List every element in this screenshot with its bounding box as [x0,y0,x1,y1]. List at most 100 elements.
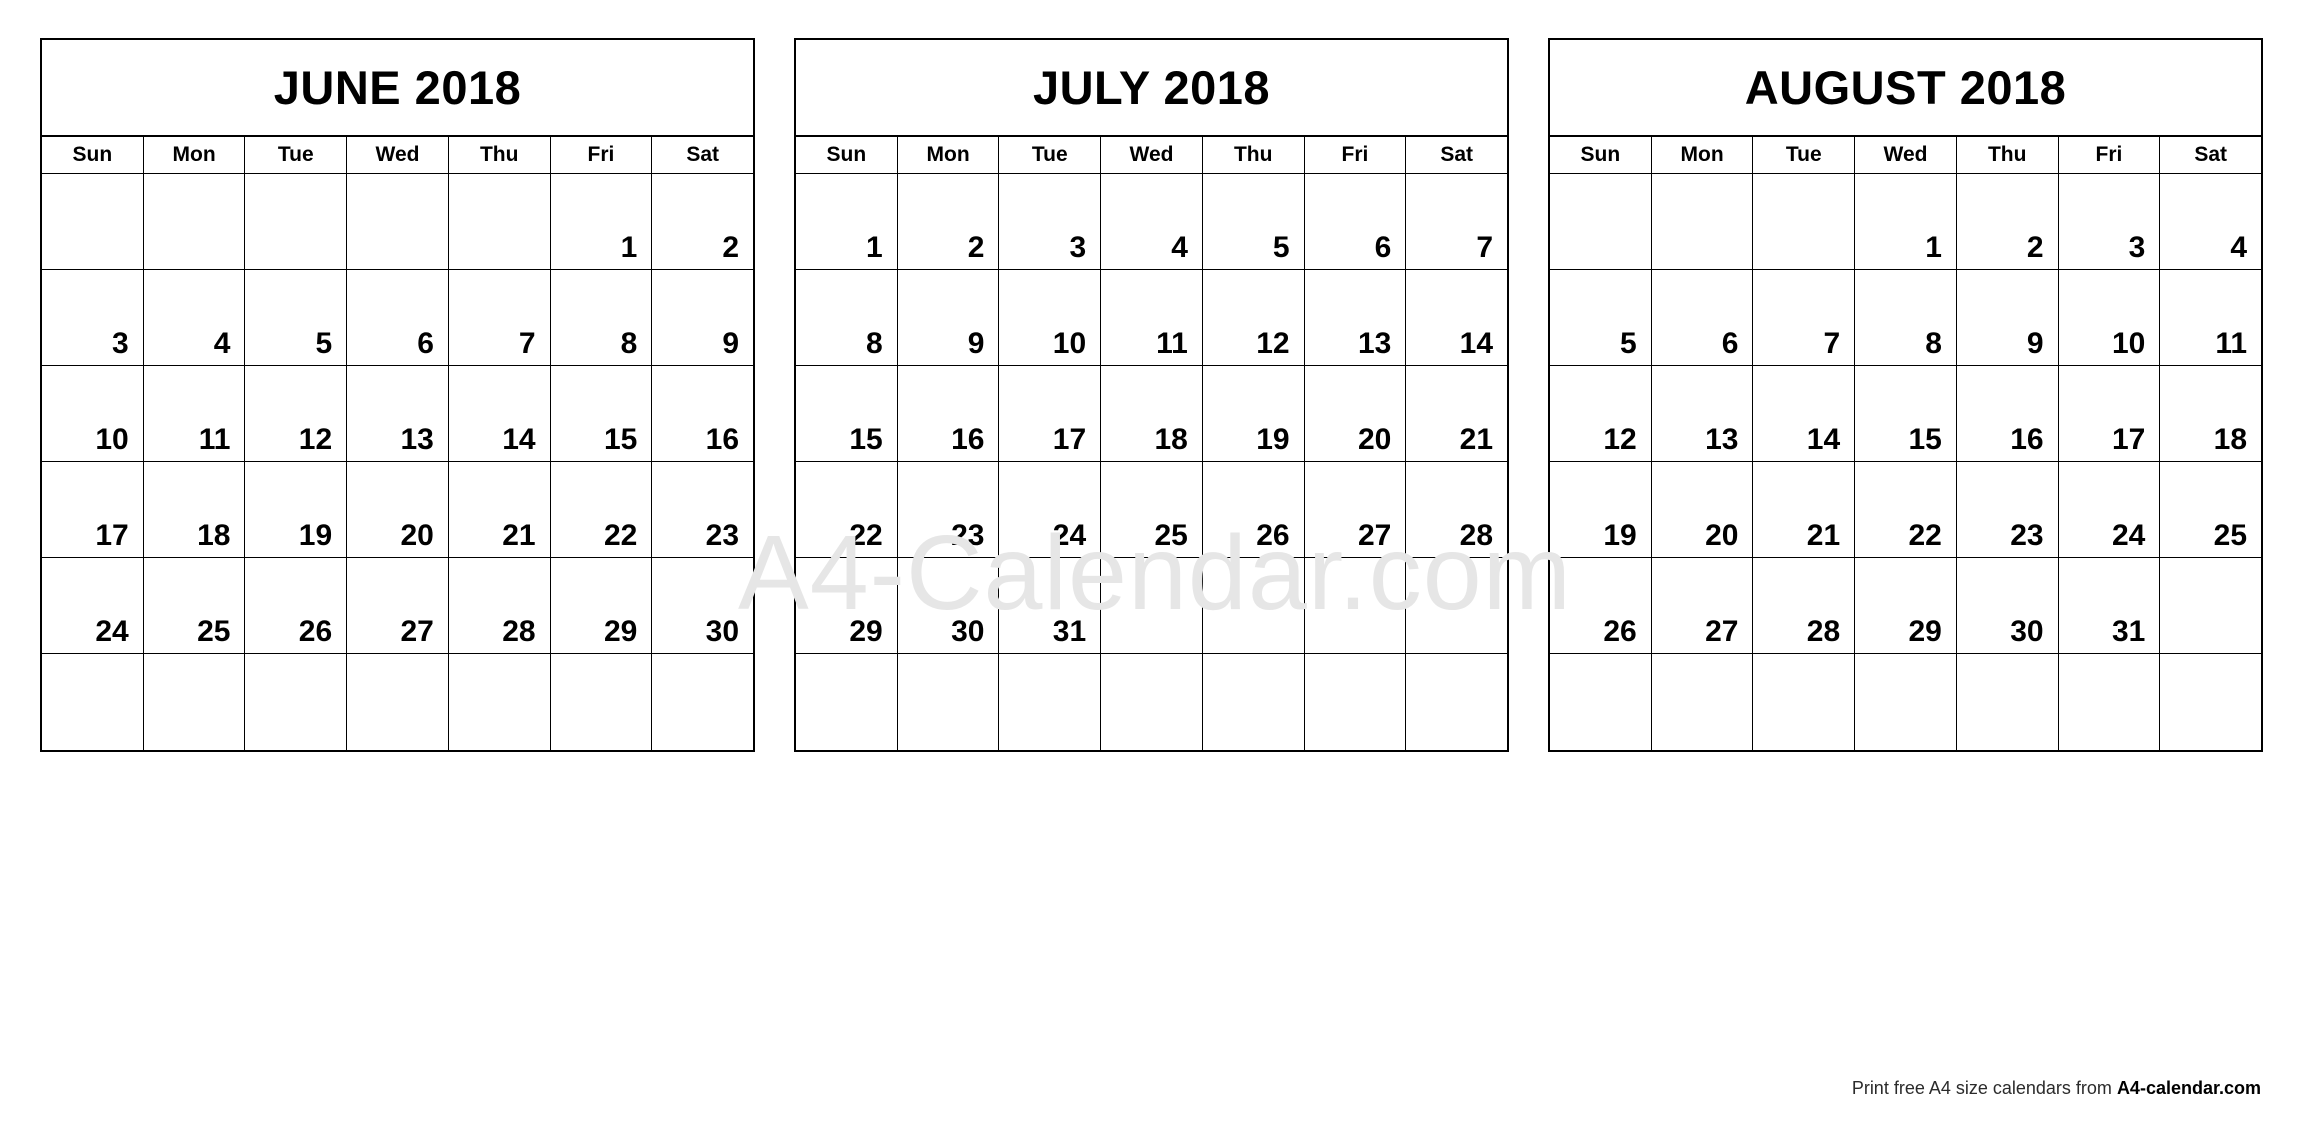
day-cell[interactable]: 15 [796,366,898,461]
day-cell[interactable]: 25 [1101,462,1203,557]
day-cell-empty[interactable] [1406,558,1507,653]
day-cell[interactable]: 28 [449,558,551,653]
day-cell[interactable]: 3 [999,174,1102,269]
day-cell[interactable]: 24 [2059,462,2161,557]
day-cell-empty[interactable] [42,174,144,269]
day-cell[interactable]: 1 [796,174,898,269]
day-cell[interactable]: 23 [652,462,753,557]
day-cell[interactable]: 2 [652,174,753,269]
day-cell[interactable]: 23 [1957,462,2059,557]
day-cell[interactable]: 10 [2059,270,2161,365]
day-cell-empty[interactable] [1753,174,1856,269]
day-cell[interactable]: 12 [245,366,348,461]
day-cell-empty[interactable] [1203,558,1305,653]
day-cell[interactable]: 25 [144,558,246,653]
day-cell[interactable]: 7 [1406,174,1507,269]
day-cell-empty[interactable] [898,654,1000,750]
day-cell-empty[interactable] [1652,174,1754,269]
day-cell[interactable]: 27 [1305,462,1407,557]
day-cell[interactable]: 24 [999,462,1102,557]
day-cell[interactable]: 5 [245,270,348,365]
day-cell[interactable]: 2 [1957,174,2059,269]
day-cell[interactable]: 30 [652,558,753,653]
day-cell[interactable]: 4 [144,270,246,365]
day-cell-empty[interactable] [144,174,246,269]
day-cell[interactable]: 6 [1652,270,1754,365]
day-cell[interactable]: 31 [2059,558,2161,653]
day-cell[interactable]: 20 [1652,462,1754,557]
day-cell[interactable]: 7 [1753,270,1856,365]
day-cell[interactable]: 29 [551,558,653,653]
day-cell[interactable]: 13 [1652,366,1754,461]
day-cell-empty[interactable] [2160,654,2261,750]
day-cell[interactable]: 12 [1550,366,1652,461]
day-cell[interactable]: 30 [1957,558,2059,653]
day-cell[interactable]: 23 [898,462,1000,557]
day-cell-empty[interactable] [347,654,449,750]
day-cell-empty[interactable] [449,654,551,750]
day-cell[interactable]: 17 [2059,366,2161,461]
day-cell[interactable]: 20 [1305,366,1407,461]
day-cell[interactable]: 30 [898,558,1000,653]
day-cell[interactable]: 20 [347,462,449,557]
day-cell-empty[interactable] [1101,654,1203,750]
day-cell[interactable]: 18 [144,462,246,557]
day-cell-empty[interactable] [796,654,898,750]
day-cell[interactable]: 10 [42,366,144,461]
day-cell-empty[interactable] [1305,558,1407,653]
day-cell[interactable]: 9 [1957,270,2059,365]
day-cell-empty[interactable] [1305,654,1407,750]
day-cell[interactable]: 5 [1203,174,1305,269]
day-cell[interactable]: 15 [551,366,653,461]
day-cell-empty[interactable] [245,654,348,750]
day-cell[interactable]: 19 [1203,366,1305,461]
day-cell-empty[interactable] [1855,654,1957,750]
day-cell[interactable]: 14 [449,366,551,461]
day-cell[interactable]: 28 [1406,462,1507,557]
day-cell[interactable]: 26 [245,558,348,653]
day-cell[interactable]: 22 [551,462,653,557]
day-cell[interactable]: 14 [1406,270,1507,365]
day-cell[interactable]: 29 [1855,558,1957,653]
day-cell-empty[interactable] [2059,654,2161,750]
day-cell[interactable]: 10 [999,270,1102,365]
day-cell[interactable]: 22 [796,462,898,557]
day-cell[interactable]: 25 [2160,462,2261,557]
day-cell[interactable]: 17 [42,462,144,557]
day-cell[interactable]: 17 [999,366,1102,461]
day-cell[interactable]: 16 [652,366,753,461]
day-cell[interactable]: 27 [347,558,449,653]
day-cell-empty[interactable] [1753,654,1856,750]
day-cell[interactable]: 18 [1101,366,1203,461]
day-cell[interactable]: 21 [1406,366,1507,461]
day-cell-empty[interactable] [1550,174,1652,269]
day-cell[interactable]: 18 [2160,366,2261,461]
day-cell[interactable]: 19 [1550,462,1652,557]
day-cell[interactable]: 27 [1652,558,1754,653]
day-cell[interactable]: 5 [1550,270,1652,365]
day-cell-empty[interactable] [245,174,348,269]
day-cell[interactable]: 26 [1203,462,1305,557]
day-cell[interactable]: 21 [449,462,551,557]
day-cell[interactable]: 9 [652,270,753,365]
day-cell[interactable]: 26 [1550,558,1652,653]
day-cell[interactable]: 14 [1753,366,1856,461]
day-cell[interactable]: 12 [1203,270,1305,365]
day-cell[interactable]: 16 [1957,366,2059,461]
day-cell-empty[interactable] [652,654,753,750]
day-cell-empty[interactable] [42,654,144,750]
day-cell[interactable]: 3 [42,270,144,365]
day-cell[interactable]: 13 [1305,270,1407,365]
day-cell-empty[interactable] [144,654,246,750]
day-cell[interactable]: 8 [551,270,653,365]
day-cell-empty[interactable] [999,654,1102,750]
day-cell-empty[interactable] [1957,654,2059,750]
day-cell[interactable]: 9 [898,270,1000,365]
day-cell-empty[interactable] [1101,558,1203,653]
day-cell[interactable]: 22 [1855,462,1957,557]
day-cell[interactable]: 13 [347,366,449,461]
day-cell-empty[interactable] [1652,654,1754,750]
day-cell-empty[interactable] [1406,654,1507,750]
day-cell[interactable]: 8 [796,270,898,365]
day-cell[interactable]: 4 [2160,174,2261,269]
